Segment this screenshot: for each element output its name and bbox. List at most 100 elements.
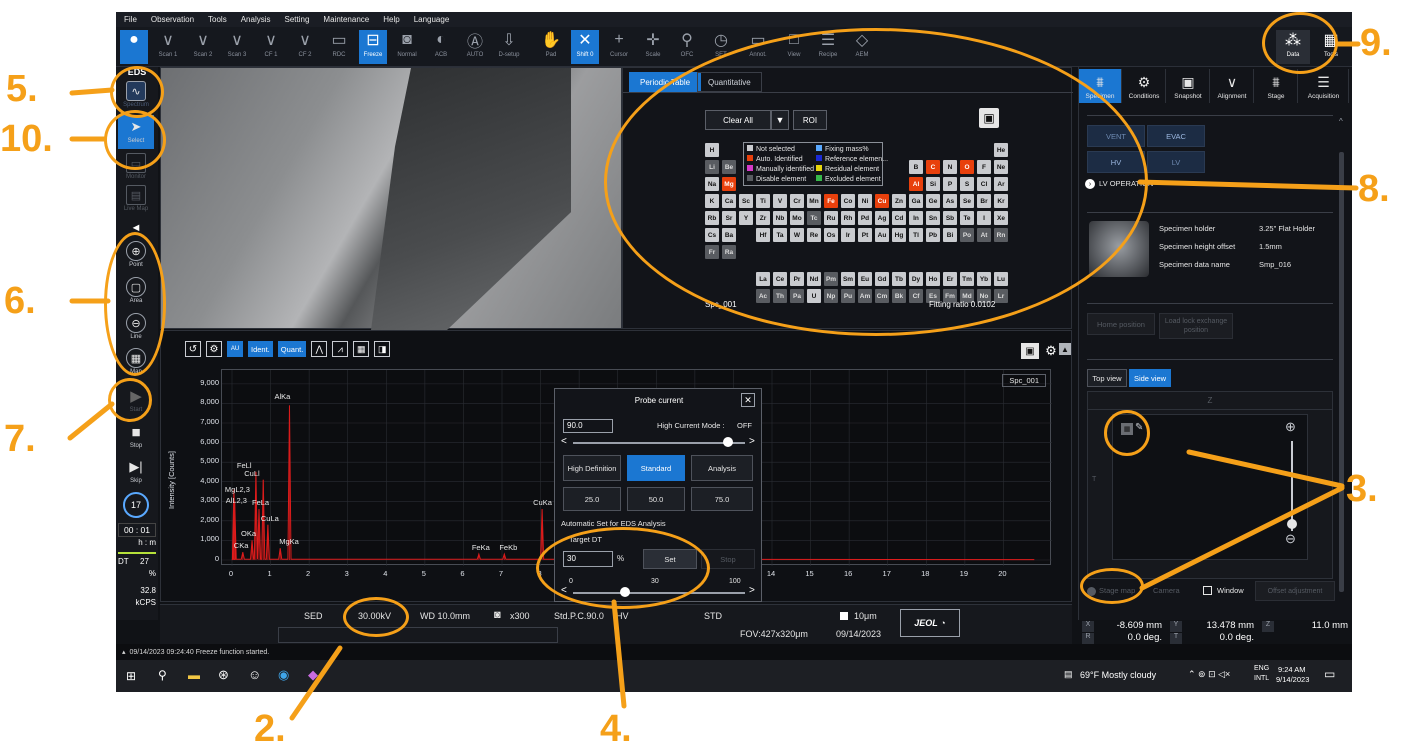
collapse-icon[interactable]: ▲ xyxy=(1059,343,1071,355)
app-icon[interactable]: ⊛ xyxy=(218,667,229,683)
scale-button[interactable]: ✛ Scale xyxy=(639,30,667,64)
scan1-button[interactable]: ∨ Scan 1 xyxy=(154,30,182,64)
contrast-icon: ◐ xyxy=(436,31,446,48)
clock-date[interactable]: 9/14/2023 xyxy=(1276,675,1309,684)
probe-slider-right-icon[interactable]: > xyxy=(749,436,755,447)
undo-icon[interactable]: ↺ xyxy=(185,341,201,357)
skip-button[interactable]: ▶| Skip xyxy=(118,455,154,489)
zoom-slider-track[interactable] xyxy=(1291,441,1293,531)
auto-scale-icon[interactable]: AU xyxy=(227,341,243,357)
probe-current-label[interactable]: Std.P.C.90.0 xyxy=(554,611,604,621)
gear-icon[interactable]: ⚙ xyxy=(1043,343,1059,359)
menu-maintenance[interactable]: Maintenance xyxy=(323,15,369,24)
pad-button[interactable]: ✋ Pad xyxy=(537,30,565,64)
scan-start-button[interactable]: ● xyxy=(120,30,148,64)
top-view-button[interactable]: Top view xyxy=(1087,369,1127,387)
cf1-button[interactable]: ∨ CF 1 xyxy=(257,30,285,64)
sem-image-view[interactable] xyxy=(160,67,622,330)
windows-start-icon[interactable]: ⊞ xyxy=(126,669,136,683)
zoom-slider-knob[interactable] xyxy=(1287,519,1297,529)
tab-conditions[interactable]: ⚙ Conditions xyxy=(1123,69,1166,103)
freeze-button[interactable]: ⊟ Freeze xyxy=(359,30,387,64)
caret-up-icon[interactable]: ▴ xyxy=(122,648,126,656)
scrollbar[interactable] xyxy=(1339,152,1344,592)
menu-setting[interactable]: Setting xyxy=(285,15,310,24)
home-position-button[interactable]: Home position xyxy=(1087,313,1155,335)
scroll-up-icon[interactable]: ^ xyxy=(1339,117,1343,126)
notification-icon[interactable]: ▭ xyxy=(1324,667,1335,681)
lang-primary[interactable]: ENG xyxy=(1254,665,1269,672)
scan3-button[interactable]: ∨ Scan 3 xyxy=(223,30,251,64)
load-lock-button[interactable]: Load lock exchange position xyxy=(1159,313,1233,339)
analysis-button[interactable]: Analysis xyxy=(691,455,753,481)
overlay-icon[interactable]: ⩘ xyxy=(332,341,349,357)
preset-75-button[interactable]: 75.0 xyxy=(691,487,753,511)
camera-icon: ◙ xyxy=(402,31,412,48)
divider xyxy=(1087,359,1333,360)
zoom-in-icon[interactable]: ⊕ xyxy=(1285,419,1296,435)
tab-acquisition[interactable]: ☰ Acquisition xyxy=(1299,69,1349,103)
evac-button[interactable]: EVAC xyxy=(1147,125,1205,147)
tab-snapshot[interactable]: ▣ Snapshot xyxy=(1167,69,1210,103)
peak-icon[interactable]: ⋀ xyxy=(311,341,328,357)
probe-slider-left-icon[interactable]: < xyxy=(561,436,567,447)
table-icon[interactable]: ▦ xyxy=(353,341,370,357)
menu-file[interactable]: File xyxy=(124,15,137,24)
x-value[interactable]: -8.609 mm xyxy=(1108,620,1162,631)
cursor-button[interactable]: + Cursor xyxy=(605,30,633,64)
quant-button[interactable]: Quant. xyxy=(277,341,307,357)
menu-language[interactable]: Language xyxy=(414,15,450,24)
preset-50-button[interactable]: 50.0 xyxy=(627,487,685,511)
ofc-button[interactable]: ⚲ OFC xyxy=(673,30,701,64)
offset-adjustment-button[interactable]: Offset adjustment xyxy=(1255,581,1335,601)
weather-text[interactable]: 69°F Mostly cloudy xyxy=(1080,670,1156,680)
colorful-app-icon[interactable]: ◆ xyxy=(308,667,318,683)
tab-stage[interactable]: ⩩ Stage xyxy=(1255,69,1298,103)
shift-button[interactable]: ✕ Shift 0 xyxy=(571,30,599,64)
live-map-button[interactable]: ▤ Live Map xyxy=(118,183,154,217)
settings-range-icon[interactable]: ⚙ xyxy=(206,341,222,357)
menu-help[interactable]: Help xyxy=(383,15,399,24)
rdc-button[interactable]: ▭ RDC xyxy=(325,30,353,64)
preset-25-button[interactable]: 25.0 xyxy=(563,487,621,511)
auto-button[interactable]: Ⓐ AUTO xyxy=(461,30,489,64)
window-checkbox[interactable] xyxy=(1203,586,1212,595)
side-view-button[interactable]: Side view xyxy=(1129,369,1171,387)
menu-tools[interactable]: Tools xyxy=(208,15,227,24)
tray-icons[interactable]: ⌃ ⊚ ⊡ ◁× xyxy=(1188,669,1230,680)
weather-icon[interactable]: ▤ xyxy=(1064,669,1073,680)
file-explorer-icon[interactable]: ▬ xyxy=(188,668,200,682)
r-value[interactable]: 0.0 deg. xyxy=(1108,632,1162,643)
image-icon[interactable]: ◨ xyxy=(374,341,391,357)
high-definition-button[interactable]: High Definition xyxy=(563,455,621,481)
z-value[interactable]: 11.0 mm xyxy=(1284,620,1348,631)
lv-button[interactable]: LV xyxy=(1147,151,1205,173)
clock-time[interactable]: 9:24 AM xyxy=(1278,665,1306,674)
standard-button[interactable]: Standard xyxy=(627,455,685,481)
lang-secondary[interactable]: INTL xyxy=(1254,675,1269,682)
export-icon[interactable]: ▣ xyxy=(1021,343,1039,359)
search-icon[interactable]: ⚲ xyxy=(158,668,167,682)
tab-alignment[interactable]: ∨ Alignment xyxy=(1211,69,1254,103)
menu-analysis[interactable]: Analysis xyxy=(241,15,271,24)
zoom-out-icon[interactable]: ⊖ xyxy=(1285,531,1296,547)
cf2-button[interactable]: ∨ CF 2 xyxy=(291,30,319,64)
ident-button[interactable]: Ident. xyxy=(248,341,273,357)
probe-slider-knob[interactable] xyxy=(722,437,733,447)
chat-icon[interactable]: ☺ xyxy=(248,667,261,682)
stop-button[interactable]: ■ Stop xyxy=(118,420,154,454)
menu-observation[interactable]: Observation xyxy=(151,15,194,24)
edge-browser-icon[interactable]: ◉ xyxy=(278,667,289,683)
probe-value-input[interactable]: 90.0 xyxy=(563,419,613,433)
magnification-label[interactable]: x300 xyxy=(510,611,530,621)
wd-label[interactable]: WD 10.0mm xyxy=(420,611,470,621)
probe-slider-track[interactable] xyxy=(573,442,745,444)
close-icon[interactable]: ✕ xyxy=(741,393,755,407)
d-setup-button[interactable]: ⇩ D-setup xyxy=(495,30,523,64)
y-value[interactable]: 13.478 mm xyxy=(1196,620,1254,631)
normal-button[interactable]: ◙ Normal xyxy=(393,30,421,64)
dt-slider-right-icon[interactable]: > xyxy=(749,585,755,596)
acb-button[interactable]: ◐ ACB xyxy=(427,30,455,64)
t-value[interactable]: 0.0 deg. xyxy=(1196,632,1254,643)
scan2-button[interactable]: ∨ Scan 2 xyxy=(189,30,217,64)
